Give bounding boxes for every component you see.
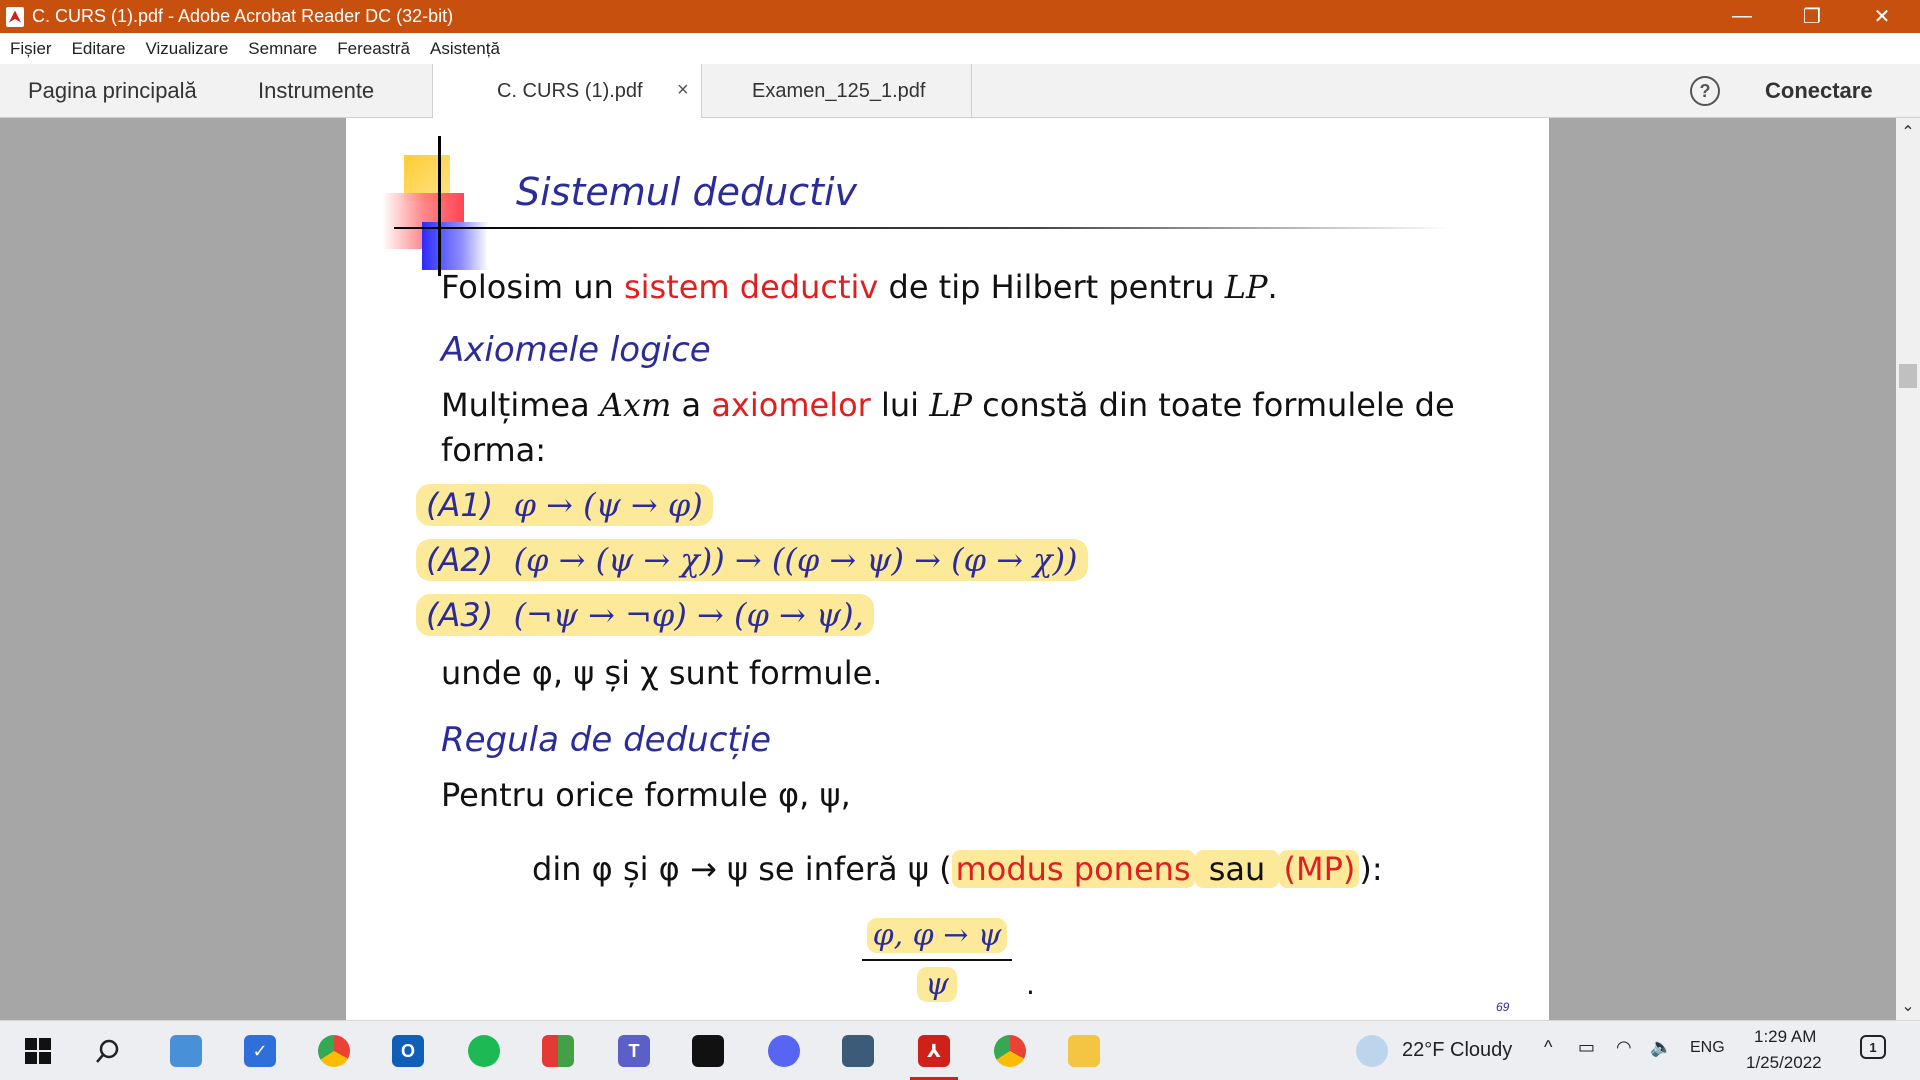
intro-highlight: sistem deductiv [623, 268, 879, 306]
tab-tools[interactable]: Instrumente [258, 78, 374, 104]
login-button[interactable]: Conectare [1765, 78, 1873, 104]
weather-text[interactable]: 22°F Cloudy [1402, 1039, 1512, 1062]
todo-icon[interactable]: ✓ [244, 1035, 276, 1067]
intro-post: de tip Hilbert pentru [878, 268, 1225, 306]
tab-document-label: C. CURS (1).pdf [497, 79, 643, 102]
clock-time[interactable]: 1:29 AM [1754, 1027, 1816, 1047]
heading-rule: Regula de deducție [441, 720, 772, 760]
axiom-label: (A1) [426, 486, 494, 524]
tab-home[interactable]: Pagina principală [28, 78, 197, 104]
search-icon[interactable] [92, 1035, 124, 1067]
menu-view[interactable]: Vizualizare [145, 39, 228, 59]
menu-help[interactable]: Asistență [430, 39, 500, 59]
menu-edit[interactable]: Editare [72, 39, 126, 59]
axiom-label: (A3) [426, 596, 494, 634]
slide-title: Sistemul deductiv [516, 170, 858, 214]
intro-end: . [1267, 268, 1278, 306]
axiom-a3: (A3) (¬ψ → ¬φ) → (φ → ψ), [416, 594, 874, 636]
rule-text: Pentru orice formule φ, ψ, [441, 776, 851, 814]
page-number: 69 [1496, 1000, 1510, 1014]
menu-file[interactable]: Fișier [10, 39, 52, 59]
rule-bar [862, 959, 1012, 961]
rule-premises: φ, φ → ψ [866, 918, 1008, 953]
tab-document-active[interactable]: C. CURS (1).pdf × [432, 64, 702, 118]
restore-button[interactable]: ❐ [1782, 0, 1842, 33]
decor-blue-square [422, 222, 488, 270]
windows-start-icon[interactable] [22, 1035, 54, 1067]
axm-pre: Mulțimea [441, 386, 600, 424]
minimize-button[interactable]: — [1712, 0, 1772, 33]
axm-line2: forma: [441, 431, 546, 469]
chrome-icon[interactable] [318, 1035, 350, 1067]
file-explorer-icon[interactable] [1068, 1035, 1100, 1067]
laptop-icon[interactable] [170, 1035, 202, 1067]
intro-text: Folosim un sistem deductiv de tip Hilber… [441, 268, 1278, 306]
clock-date[interactable]: 1/25/2022 [1746, 1053, 1822, 1073]
axm-highlight: axiomelor [711, 386, 871, 424]
acrobat-taskbar-icon[interactable]: ⅄ [918, 1035, 950, 1067]
mp-highlight-2: (MP) [1279, 850, 1360, 888]
taskbar: ✓ O T ⅄ 22°F Cloudy ^ ▭ ◠ 🔈 ENG 1:29 AM … [0, 1020, 1920, 1080]
inference-rule: φ, φ → ψ ψ [862, 918, 1012, 1002]
scroll-thumb[interactable] [1899, 364, 1917, 388]
winrar-icon[interactable] [542, 1035, 574, 1067]
axm-symbol: Axm [599, 386, 672, 424]
tab-close-button[interactable]: × [677, 79, 689, 102]
mp-mid: sau [1194, 850, 1280, 888]
axiom-formula: (φ → (ψ → χ)) → ((φ → ψ) → (φ → χ)) [513, 541, 1078, 579]
mp-pre: din φ și φ → ψ se inferă ψ ( [532, 850, 952, 888]
pycharm-icon[interactable] [692, 1035, 724, 1067]
rule-conclusion: ψ [917, 967, 957, 1002]
spotify-icon[interactable] [468, 1035, 500, 1067]
volume-icon[interactable]: 🔈 [1650, 1037, 1672, 1058]
vertical-scrollbar[interactable]: ⌃ ⌄ [1896, 118, 1920, 1020]
axm-mid: a [671, 386, 712, 424]
chrome-profile-icon[interactable] [994, 1035, 1026, 1067]
axm-post: lui [870, 386, 930, 424]
scroll-up-icon[interactable]: ⌃ [1896, 122, 1920, 142]
acrobat-icon [6, 6, 24, 27]
decor-vertical-line [438, 136, 441, 276]
intro-lp: LP [1224, 268, 1268, 306]
modus-ponens-line: din φ și φ → ψ se inferă ψ (modus ponens… [532, 850, 1383, 888]
axiom-label: (A2) [426, 541, 494, 579]
notification-icon[interactable]: 1 [1860, 1035, 1886, 1059]
axiom-formula: (¬ψ → ¬φ) → (φ → ψ), [513, 596, 864, 634]
close-window-button[interactable]: ✕ [1852, 0, 1912, 33]
decor-horizontal-line [394, 227, 1454, 229]
heading-axioms: Axiomele logice [441, 330, 711, 370]
window-title: C. CURS (1).pdf - Adobe Acrobat Reader D… [32, 6, 454, 26]
where-text: unde φ, ψ și χ sunt formule. [441, 654, 883, 692]
mp-end: ): [1359, 850, 1383, 888]
menu-window[interactable]: Fereastră [337, 39, 410, 59]
tab-document-second[interactable]: Examen_125_1.pdf [702, 64, 972, 118]
weather-cloud-icon[interactable] [1356, 1035, 1388, 1067]
title-bar: C. CURS (1).pdf - Adobe Acrobat Reader D… [0, 0, 1920, 33]
menu-bar: Fișier Editare Vizualizare Semnare Ferea… [0, 33, 1920, 64]
pdf-page: Sistemul deductiv Folosim un sistem dedu… [346, 118, 1549, 1020]
tray-chevron-icon[interactable]: ^ [1544, 1037, 1552, 1058]
mp-highlight-1: modus ponens [951, 850, 1195, 888]
tab-document-label: Examen_125_1.pdf [752, 79, 926, 102]
discord-icon[interactable] [768, 1035, 800, 1067]
menu-sign[interactable]: Semnare [248, 39, 317, 59]
tab-bar: Pagina principală Instrumente C. CURS (1… [0, 64, 1920, 118]
teams-icon[interactable]: T [618, 1035, 650, 1067]
intro-pre: Folosim un [441, 268, 624, 306]
virtualbox-icon[interactable] [842, 1035, 874, 1067]
axm-lp: LP [929, 386, 972, 424]
axiom-a1: (A1) φ → (ψ → φ) [416, 484, 713, 526]
axiom-formula: φ → (ψ → φ) [513, 486, 703, 524]
language-indicator[interactable]: ENG [1690, 1039, 1725, 1057]
axm-end: constă din toate formulele de [972, 386, 1455, 424]
outlook-icon[interactable]: O [392, 1035, 424, 1067]
wifi-icon[interactable]: ◠ [1616, 1037, 1632, 1058]
battery-icon[interactable]: ▭ [1578, 1037, 1595, 1058]
scroll-down-icon[interactable]: ⌄ [1896, 996, 1920, 1016]
rule-dot: . [1026, 968, 1035, 1001]
help-icon[interactable]: ? [1690, 76, 1720, 106]
axiom-a2: (A2) (φ → (ψ → χ)) → ((φ → ψ) → (φ → χ)) [416, 539, 1088, 581]
axm-text: Mulțimea Axm a axiomelor lui LP constă d… [441, 386, 1455, 424]
